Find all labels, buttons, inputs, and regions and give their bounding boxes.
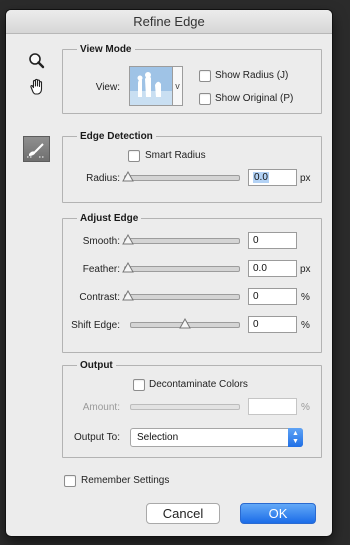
- radius-input[interactable]: 0.0: [248, 169, 297, 186]
- smooth-label: Smooth:: [82, 236, 120, 247]
- contrast-input[interactable]: 0: [248, 288, 297, 305]
- amount-slider: [130, 404, 240, 410]
- radius-slider[interactable]: [124, 175, 240, 181]
- radius-label: Radius:: [86, 173, 120, 184]
- amount-unit: %: [301, 402, 310, 413]
- edge-detection-legend: Edge Detection: [80, 131, 153, 142]
- output-to-label: Output To:: [74, 432, 120, 443]
- view-mode-dropdown-arrow-icon[interactable]: v: [173, 66, 183, 106]
- refine-edge-dialog: Refine Edge View Mode View: v Show Radiu…: [6, 10, 332, 536]
- amount-input: [248, 398, 297, 415]
- radius-unit: px: [300, 173, 311, 184]
- feather-label: Feather:: [82, 264, 120, 275]
- feather-unit: px: [300, 264, 311, 275]
- view-mode-legend: View Mode: [80, 44, 132, 55]
- view-label: View:: [95, 82, 120, 93]
- edge-detection-group: Edge Detection: [62, 131, 322, 203]
- adjust-edge-legend: Adjust Edge: [80, 213, 139, 224]
- show-original-checkbox[interactable]: [199, 93, 211, 105]
- show-radius-checkbox[interactable]: [199, 70, 211, 82]
- refine-radius-brush-icon[interactable]: [23, 136, 50, 162]
- smooth-slider[interactable]: [124, 238, 240, 244]
- radius-value: 0.0: [253, 172, 269, 183]
- shift-edge-slider-thumb[interactable]: [179, 317, 191, 332]
- amount-label: Amount:: [82, 402, 120, 413]
- show-radius-label: Show Radius (J): [215, 70, 289, 81]
- contrast-label: Contrast:: [79, 292, 120, 303]
- remember-settings-label: Remember Settings: [81, 475, 170, 486]
- feather-slider[interactable]: [124, 266, 240, 272]
- smooth-slider-thumb[interactable]: [122, 233, 134, 248]
- show-original-label: Show Original (P): [215, 93, 294, 104]
- smooth-input[interactable]: 0: [248, 232, 297, 249]
- zoom-icon[interactable]: [26, 50, 48, 72]
- decontaminate-colors-checkbox[interactable]: [133, 379, 145, 391]
- decontaminate-colors-label: Decontaminate Colors: [149, 379, 248, 390]
- feather-slider-thumb[interactable]: [122, 261, 134, 276]
- window-title: Refine Edge: [6, 10, 332, 34]
- smart-radius-label: Smart Radius: [145, 150, 206, 161]
- output-legend: Output: [80, 360, 113, 371]
- cancel-button[interactable]: Cancel: [146, 503, 220, 524]
- output-to-select[interactable]: Selection ▲ ▼: [130, 428, 303, 447]
- shift-edge-unit: %: [301, 320, 310, 331]
- feather-input[interactable]: 0.0: [248, 260, 297, 277]
- chevron-up-down-icon[interactable]: ▲ ▼: [288, 428, 303, 447]
- view-mode-preview[interactable]: [129, 66, 173, 106]
- hand-icon[interactable]: [26, 76, 48, 98]
- contrast-slider[interactable]: [124, 294, 240, 300]
- remember-settings-checkbox[interactable]: [64, 475, 76, 487]
- contrast-unit: %: [301, 292, 310, 303]
- smart-radius-checkbox[interactable]: [128, 150, 140, 162]
- shift-edge-input[interactable]: 0: [248, 316, 297, 333]
- output-to-value: Selection: [137, 432, 179, 443]
- shift-edge-label: Shift Edge:: [71, 320, 120, 331]
- ok-button[interactable]: OK: [240, 503, 316, 524]
- contrast-slider-thumb[interactable]: [122, 289, 134, 304]
- radius-slider-thumb[interactable]: [122, 170, 134, 185]
